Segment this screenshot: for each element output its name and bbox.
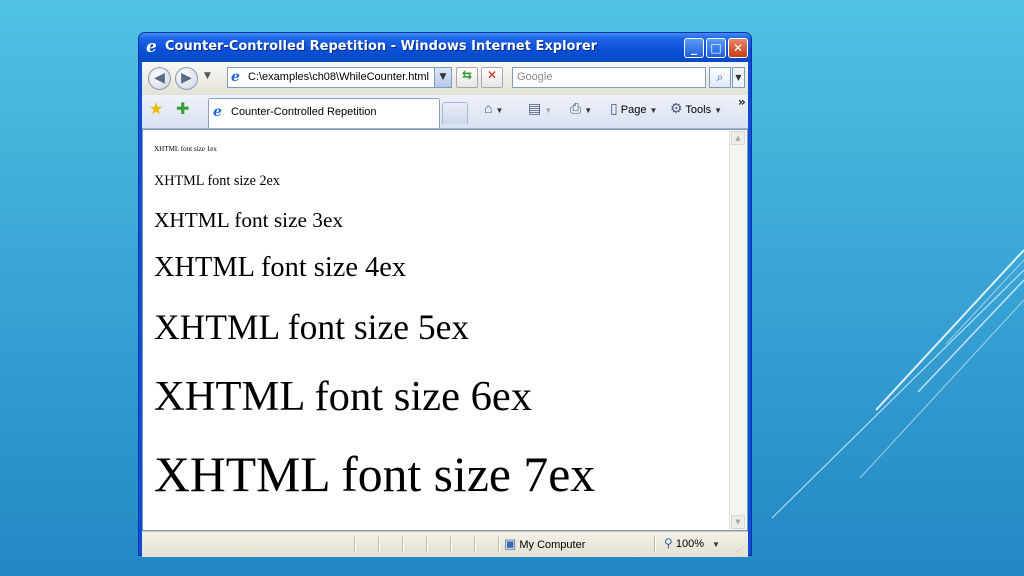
font-size-line: XHTML font size 5ex	[154, 307, 470, 347]
add-favorites-icon[interactable]: ✚	[176, 99, 189, 118]
zoom-label: 100%	[675, 538, 704, 550]
font-size-line: XHTML font size 1ex	[154, 145, 217, 153]
page-icon: e	[231, 69, 240, 85]
search-input[interactable]: Google	[512, 67, 706, 88]
feeds-button[interactable]: ▤ ▼	[528, 100, 552, 117]
page-icon: ▯	[610, 100, 618, 116]
page-content: XHTML font size 1ex XHTML font size 2ex XH…	[142, 129, 748, 531]
scroll-down-icon[interactable]: ▼	[731, 515, 745, 529]
forward-button[interactable]: ▶	[175, 67, 198, 90]
printer-icon: ⎙	[570, 100, 582, 116]
ie-logo-icon: e	[146, 37, 157, 57]
security-zone[interactable]: ▣ My Computer	[504, 536, 585, 552]
back-button[interactable]: ◀	[148, 67, 171, 90]
tools-menu-button[interactable]: ⚙ Tools ▼	[670, 100, 722, 117]
maximize-button[interactable]: □	[706, 38, 726, 58]
window-title: Counter-Controlled Repetition - Windows …	[165, 39, 598, 54]
font-size-line: XHTML font size 6ex	[154, 373, 533, 420]
tools-menu-label: Tools	[685, 104, 712, 116]
address-dropdown-icon[interactable]: ▼	[434, 68, 451, 87]
close-button[interactable]: ✕	[728, 38, 748, 58]
font-size-line: XHTML font size 3ex	[154, 208, 344, 232]
vertical-scrollbar[interactable]: ▲ ▼	[729, 130, 747, 530]
history-dropdown-icon[interactable]: ▼	[204, 71, 211, 81]
tab-counter-controlled-repetition[interactable]: e Counter-Controlled Repetition	[208, 98, 440, 128]
title-bar[interactable]: e Counter-Controlled Repetition - Window…	[139, 33, 751, 62]
browser-frame: ◀ ▶ ▼ e C:\examples\ch08\WhileCounter.ht…	[142, 62, 748, 557]
search-options-dropdown-icon[interactable]: ▼	[732, 67, 745, 88]
minimize-button[interactable]: _	[684, 38, 704, 58]
tab-bar: ★ ✚ e Counter-Controlled Repetition ⌂ ▼ ▤…	[142, 95, 748, 129]
tab-page-icon: e	[213, 104, 222, 120]
font-size-line: XHTML font size 2ex	[154, 173, 280, 189]
rss-feed-icon: ▤	[528, 100, 542, 116]
zoom-control[interactable]: ⚲ 100% ▼	[664, 536, 720, 550]
page-menu-button[interactable]: ▯ Page ▼	[610, 100, 657, 117]
page-menu-label: Page	[620, 104, 647, 116]
computer-icon: ▣	[504, 536, 517, 551]
zoom-icon: ⚲	[664, 536, 673, 550]
print-button[interactable]: ⎙ ▼	[570, 100, 592, 117]
search-placeholder: Google	[517, 71, 553, 83]
font-size-line: XHTML font size 4ex	[154, 252, 407, 283]
new-tab-button[interactable]	[442, 102, 468, 124]
font-size-line: XHTML font size 7ex	[154, 447, 596, 502]
home-button[interactable]: ⌂ ▼	[484, 100, 503, 116]
status-bar: ▣ My Computer ⚲ 100% ▼ ⋰	[142, 531, 748, 557]
stop-button[interactable]: ✕	[481, 67, 503, 88]
more-tools-chevron-icon[interactable]: »	[738, 95, 746, 109]
navigation-bar: ◀ ▶ ▼ e C:\examples\ch08\WhileCounter.ht…	[142, 62, 748, 95]
tab-label: Counter-Controlled Repetition	[231, 106, 377, 118]
gear-icon: ⚙	[670, 100, 683, 116]
resize-grip-icon[interactable]: ⋰	[736, 545, 746, 555]
search-icon[interactable]: ⌕	[709, 67, 731, 88]
zone-label: My Computer	[519, 539, 586, 551]
browser-window: e Counter-Controlled Repetition - Window…	[138, 32, 752, 557]
address-field[interactable]: e C:\examples\ch08\WhileCounter.html ▼	[227, 67, 452, 88]
scroll-up-icon[interactable]: ▲	[731, 131, 745, 145]
refresh-button[interactable]: ⇆	[456, 67, 478, 88]
home-icon: ⌂	[484, 100, 493, 116]
address-value: C:\examples\ch08\WhileCounter.html	[248, 71, 429, 83]
favorites-star-icon[interactable]: ★	[149, 99, 163, 118]
